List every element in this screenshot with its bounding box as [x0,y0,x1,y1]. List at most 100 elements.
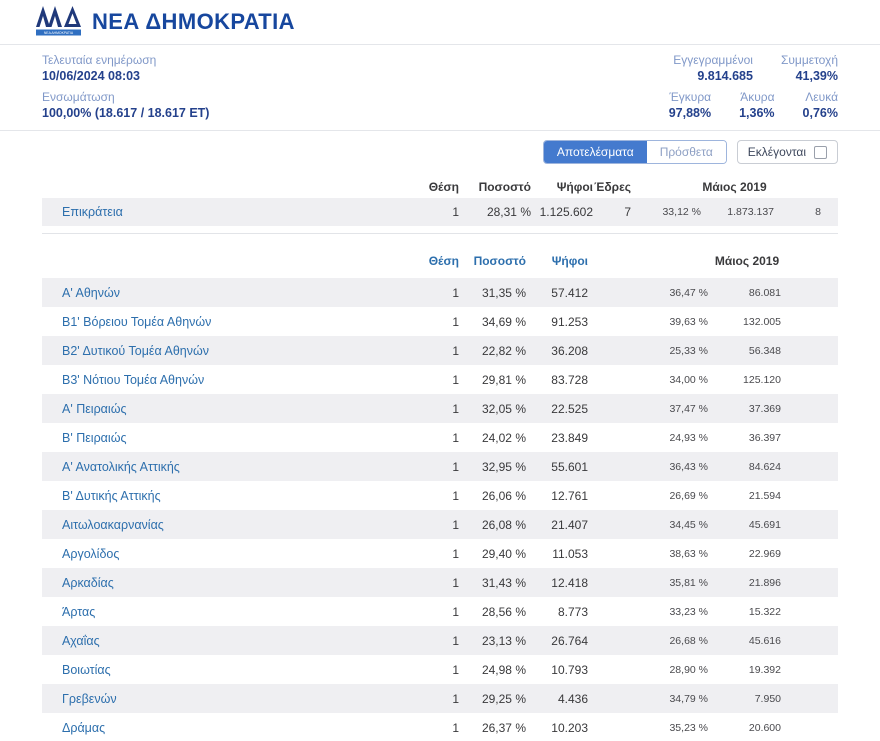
national-seats: 7 [593,205,631,219]
district-may-votes: 20.600 [708,722,781,734]
district-may-votes: 45.616 [708,635,781,647]
district-row: Β2' Δυτικού Τομέα Αθηνών 1 22,82 % 36.20… [42,336,838,365]
district-table-header: Θέση Ποσοστό Ψήφοι Μάιος 2019 [42,250,838,272]
district-position: 1 [399,547,459,561]
col-percent[interactable]: Ποσοστό [459,254,526,268]
blank-value: 0,76% [803,105,838,121]
district-may-votes: 36.397 [708,432,781,444]
district-link[interactable]: Α' Αθηνών [62,286,120,300]
district-percent: 26,08 % [459,518,526,532]
district-percent: 31,43 % [459,576,526,590]
tab-extras[interactable]: Πρόσθετα [647,141,726,163]
district-link[interactable]: Β' Δυτικής Αττικής [62,489,161,503]
table-separator [42,233,838,234]
national-may-seats: 8 [774,206,821,218]
svg-text:ΝΕΑ ΔΗΜΟΚΡΑΤΙΑ: ΝΕΑ ΔΗΜΟΚΡΑΤΙΑ [44,31,74,35]
district-row: Α' Ανατολικής Αττικής 1 32,95 % 55.601 3… [42,452,838,481]
district-row: Δράμας 1 26,37 % 10.203 35,23 % 20.600 [42,713,838,741]
district-row: Άρτας 1 28,56 % 8.773 33,23 % 15.322 [42,597,838,626]
district-percent: 31,35 % [459,286,526,300]
district-position: 1 [399,344,459,358]
valid-value: 97,88% [669,105,711,121]
nd-logo[interactable]: ΝΕΑ ΔΗΜΟΚΡΑΤΙΑ [35,2,83,43]
district-row: Αχαΐας 1 23,13 % 26.764 26,68 % 45.616 [42,626,838,655]
district-votes: 10.203 [526,721,588,735]
district-link[interactable]: Α' Πειραιώς [62,402,126,416]
blank-stat: Λευκά 0,76% [803,89,838,121]
district-row: Αιτωλοακαρνανίας 1 26,08 % 21.407 34,45 … [42,510,838,539]
district-position: 1 [399,692,459,706]
district-link[interactable]: Βοιωτίας [62,663,111,677]
district-link[interactable]: Α' Ανατολικής Αττικής [62,460,180,474]
district-link[interactable]: Β3' Νότιου Τομέα Αθηνών [62,373,204,387]
district-position: 1 [399,663,459,677]
district-position: 1 [399,634,459,648]
district-percent: 22,82 % [459,344,526,358]
district-percent: 24,98 % [459,663,526,677]
national-row-link[interactable]: Επικράτεια [62,205,123,219]
district-link[interactable]: Αργολίδος [62,547,119,561]
national-table-header: Θέση Ποσοστό Ψήφοι Έδρες Μάιος 2019 [42,176,838,198]
valid-stat: Έγκυρα 97,88% [669,89,711,121]
district-may-percent: 37,47 % [588,403,708,415]
district-percent: 29,25 % [459,692,526,706]
district-link[interactable]: Β' Πειραιώς [62,431,126,445]
district-link[interactable]: Γρεβενών [62,692,117,706]
district-votes: 36.208 [526,344,588,358]
turnout-label: Συμμετοχή [781,52,838,68]
district-link[interactable]: Β1' Βόρειου Τομέα Αθηνών [62,315,211,329]
app-header: ΝΕΑ ΔΗΜΟΚΡΑΤΙΑ ΝΕΑ ΔΗΜΟΚΡΑΤΙΑ [0,0,880,45]
district-link[interactable]: Αρκαδίας [62,576,114,590]
district-votes: 12.418 [526,576,588,590]
district-may-votes: 132.005 [708,316,781,328]
registered-label: Εγγεγραμμένοι [673,52,753,68]
national-may-percent: 33,12 % [631,206,701,218]
district-may-percent: 34,45 % [588,519,708,531]
district-may-percent: 36,43 % [588,461,708,473]
district-position: 1 [399,431,459,445]
district-position: 1 [399,373,459,387]
district-may-votes: 86.081 [708,287,781,299]
district-percent: 34,69 % [459,315,526,329]
district-table: Θέση Ποσοστό Ψήφοι Μάιος 2019 Α' Αθηνών … [42,250,838,741]
district-row: Α' Αθηνών 1 31,35 % 57.412 36,47 % 86.08… [42,278,838,307]
district-percent: 26,37 % [459,721,526,735]
col-votes[interactable]: Ψήφοι [526,254,588,268]
col-position[interactable]: Θέση [399,254,459,268]
district-link[interactable]: Δράμας [62,721,105,735]
district-position: 1 [399,576,459,590]
district-votes: 4.436 [526,692,588,706]
district-position: 1 [399,402,459,416]
tab-results[interactable]: Αποτελέσματα [544,141,647,163]
last-update-value: 10/06/2024 08:03 [42,68,156,84]
district-votes: 12.761 [526,489,588,503]
integration-value: 100,00% (18.617 / 18.617 ΕΤ) [42,105,209,121]
valid-label: Έγκυρα [669,89,711,105]
district-row: Β1' Βόρειου Τομέα Αθηνών 1 34,69 % 91.25… [42,307,838,336]
district-percent: 32,95 % [459,460,526,474]
district-position: 1 [399,489,459,503]
district-position: 1 [399,518,459,532]
district-votes: 26.764 [526,634,588,648]
district-link[interactable]: Β2' Δυτικού Τομέα Αθηνών [62,344,209,358]
district-percent: 29,40 % [459,547,526,561]
district-row: Αρκαδίας 1 31,43 % 12.418 35,81 % 21.896 [42,568,838,597]
district-votes: 57.412 [526,286,588,300]
integration-label: Ενσωμάτωση [42,89,209,105]
district-row: Β' Δυτικής Αττικής 1 26,06 % 12.761 26,6… [42,481,838,510]
district-link[interactable]: Αχαΐας [62,634,100,648]
integration-stat: Ενσωμάτωση 100,00% (18.617 / 18.617 ΕΤ) [42,89,209,121]
turnout-value: 41,39% [781,68,838,84]
district-percent: 23,13 % [459,634,526,648]
turnout-stat: Συμμετοχή 41,39% [781,52,838,84]
district-link[interactable]: Άρτας [62,605,95,619]
elected-checkbox[interactable] [814,146,827,159]
district-position: 1 [399,460,459,474]
nd-logo-icon: ΝΕΑ ΔΗΜΟΚΡΑΤΙΑ [35,2,83,38]
district-link[interactable]: Αιτωλοακαρνανίας [62,518,164,532]
invalid-stat: Άκυρα 1,36% [739,89,774,121]
col-may2019: Μάιος 2019 [622,254,872,268]
invalid-label: Άκυρα [739,89,774,105]
elected-toggle-button[interactable]: Εκλέγονται [737,140,838,164]
district-position: 1 [399,721,459,735]
